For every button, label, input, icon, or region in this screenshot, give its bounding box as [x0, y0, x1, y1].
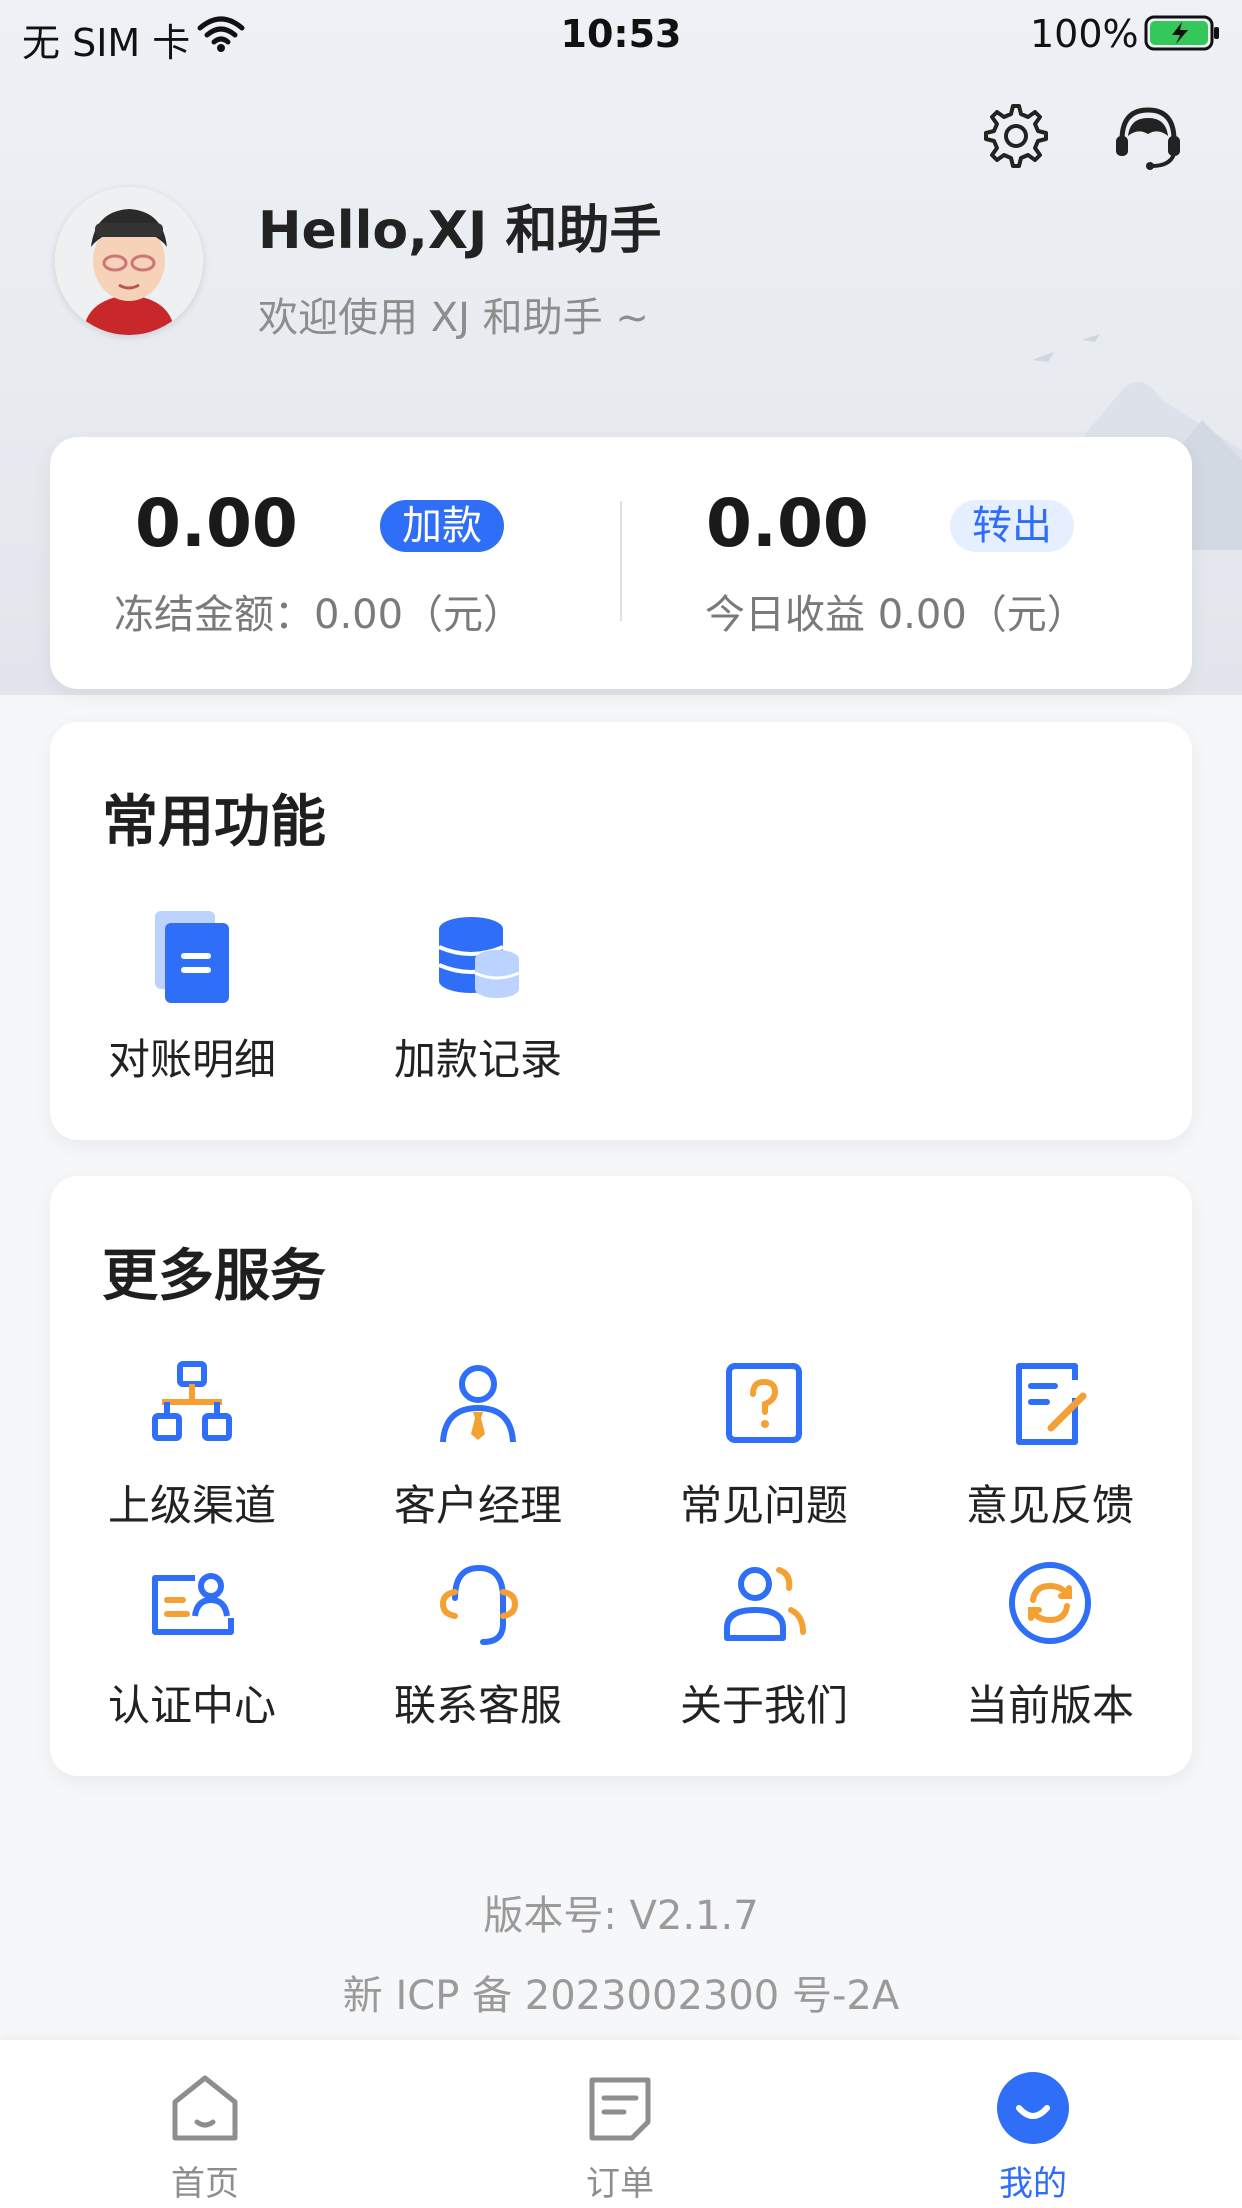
battery-icon	[1144, 15, 1219, 51]
service-account-manager[interactable]: 客户经理	[368, 1348, 588, 1533]
func-label: 对账明细	[107, 1035, 276, 1084]
headset-icon	[439, 1564, 519, 1645]
manager-icon	[440, 1365, 516, 1443]
order-icon	[589, 2077, 651, 2141]
today-earnings-label: 今日收益 0.00（元）	[705, 592, 1087, 638]
tab-label: 我的	[999, 2164, 1067, 2204]
withdraw-button[interactable]: 转出	[950, 500, 1074, 552]
greeting-title: Hello,XJ 和助手	[258, 201, 662, 261]
tab-orders[interactable]: 订单	[520, 2070, 720, 2205]
balance-divider	[620, 501, 622, 621]
team-icon	[724, 1567, 806, 1641]
org-chart-icon	[152, 1361, 232, 1441]
coins-icon	[438, 917, 520, 998]
service-label: 认证中心	[107, 1681, 276, 1730]
func-statement-detail[interactable]: 对账明细	[82, 902, 302, 1087]
service-label: 意见反馈	[965, 1481, 1134, 1530]
status-bar: 无 SIM 卡 10:53 100%	[0, 0, 1242, 70]
service-feedback[interactable]: 意见反馈	[940, 1348, 1160, 1533]
earnings-amount: 0.00	[706, 485, 869, 562]
version-text: 版本号: V2.1.7	[483, 1893, 759, 1939]
welcome-subtitle: 欢迎使用 XJ 和助手 ~	[258, 295, 649, 341]
tab-home[interactable]: 首页	[105, 2070, 305, 2205]
service-superior-channel[interactable]: 上级渠道	[82, 1348, 302, 1533]
func-label: 加款记录	[393, 1035, 562, 1084]
service-label: 客户经理	[393, 1481, 562, 1530]
service-current-version[interactable]: 当前版本	[940, 1548, 1160, 1733]
section-title: 更多服务	[102, 1244, 326, 1309]
service-label: 当前版本	[965, 1681, 1134, 1730]
service-label: 常见问题	[679, 1481, 848, 1530]
profile-icon	[997, 2072, 1069, 2144]
battery-percent: 100%	[1030, 12, 1139, 56]
service-certification-center[interactable]: 认证中心	[82, 1548, 302, 1733]
frozen-amount-label: 冻结金额：0.00（元）	[114, 592, 524, 638]
balance-amount: 0.00	[135, 485, 298, 562]
service-contact-support[interactable]: 联系客服	[368, 1548, 588, 1733]
customer-service-icon[interactable]	[1110, 100, 1186, 176]
section-title: 常用功能	[102, 790, 326, 855]
service-about-us[interactable]: 关于我们	[654, 1548, 874, 1733]
tab-bar: 首页 订单 我的	[0, 2040, 1242, 2208]
id-card-icon	[152, 1573, 234, 1635]
icp-text: 新 ICP 备 2023002300 号-2A	[342, 1973, 900, 2019]
avatar-image	[55, 187, 203, 335]
refresh-icon	[1009, 1562, 1091, 1644]
service-label: 联系客服	[393, 1681, 562, 1730]
tab-label: 首页	[171, 2164, 239, 2204]
balance-card: 0.00 加款 冻结金额：0.00（元） 0.00 转出 今日收益 0.00（元…	[50, 437, 1192, 689]
document-icon	[155, 911, 229, 1003]
service-label: 关于我们	[679, 1681, 848, 1730]
tab-label: 订单	[586, 2164, 654, 2204]
feedback-icon	[1016, 1363, 1087, 1445]
question-icon	[726, 1363, 802, 1443]
avatar[interactable]	[55, 187, 203, 335]
add-funds-button[interactable]: 加款	[380, 500, 504, 552]
more-services-card: 更多服务 上级渠道 客户经理 常见问题 意见反馈 认证中心 联系客服 关于我们 …	[50, 1176, 1192, 1776]
service-label: 上级渠道	[107, 1481, 276, 1530]
tab-mine[interactable]: 我的	[933, 2070, 1133, 2205]
gear-icon[interactable]	[982, 102, 1050, 170]
common-functions-card: 常用功能 对账明细 加款记录	[50, 722, 1192, 1140]
service-faq[interactable]: 常见问题	[654, 1348, 874, 1533]
func-funding-records[interactable]: 加款记录	[368, 902, 588, 1087]
home-icon	[172, 2075, 238, 2141]
